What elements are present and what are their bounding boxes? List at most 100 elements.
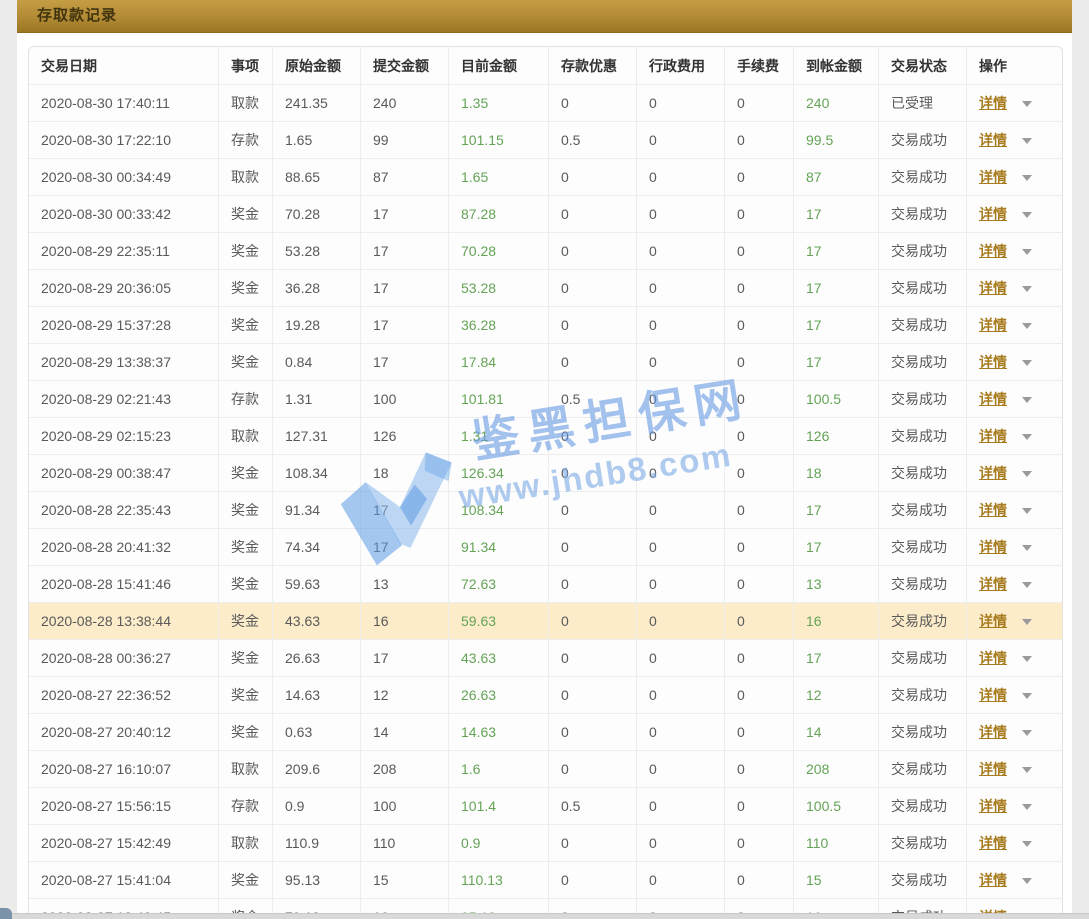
cell-status: 交易成功: [879, 418, 967, 455]
table-row[interactable]: 2020-08-27 16:10:07取款209.62081.6000208交易…: [29, 751, 1063, 788]
caret-down-icon[interactable]: [1022, 360, 1032, 366]
detail-link[interactable]: 详情: [979, 724, 1007, 740]
detail-link[interactable]: 详情: [979, 613, 1007, 629]
table-row[interactable]: 2020-08-29 20:36:05奖金36.281753.2800017交易…: [29, 270, 1063, 307]
caret-down-icon[interactable]: [1022, 101, 1032, 107]
cell-received: 17: [794, 307, 879, 344]
table-row[interactable]: 2020-08-29 00:38:47奖金108.3418126.3400018…: [29, 455, 1063, 492]
detail-link[interactable]: 详情: [979, 280, 1007, 296]
cell-action: 详情: [967, 825, 1063, 862]
cell-current: 87.28: [449, 196, 549, 233]
table-row[interactable]: 2020-08-28 15:41:46奖金59.631372.6300013交易…: [29, 566, 1063, 603]
detail-link[interactable]: 详情: [979, 650, 1007, 666]
cell-date: 2020-08-29 15:37:28: [29, 307, 219, 344]
cell-current: 26.63: [449, 677, 549, 714]
detail-link[interactable]: 详情: [979, 539, 1007, 555]
cell-admin_fee: 0: [637, 85, 725, 122]
cell-date: 2020-08-27 16:10:07: [29, 751, 219, 788]
cell-date: 2020-08-29 20:36:05: [29, 270, 219, 307]
table-row[interactable]: 2020-08-30 17:40:11取款241.352401.35000240…: [29, 85, 1063, 122]
bottom-scroll-strip[interactable]: [0, 913, 1089, 919]
caret-down-icon[interactable]: [1022, 175, 1032, 181]
caret-down-icon[interactable]: [1022, 804, 1032, 810]
cell-original: 53.28: [273, 233, 361, 270]
table-row[interactable]: 2020-08-28 20:41:32奖金74.341791.3400017交易…: [29, 529, 1063, 566]
table-row[interactable]: 2020-08-29 13:38:37奖金0.841717.8400017交易成…: [29, 344, 1063, 381]
detail-link[interactable]: 详情: [979, 761, 1007, 777]
cell-action: 详情: [967, 714, 1063, 751]
table-row[interactable]: 2020-08-29 22:35:11奖金53.281770.2800017交易…: [29, 233, 1063, 270]
caret-down-icon[interactable]: [1022, 397, 1032, 403]
caret-down-icon[interactable]: [1022, 286, 1032, 292]
caret-down-icon[interactable]: [1022, 249, 1032, 255]
table-row[interactable]: 2020-08-27 15:41:04奖金95.1315110.1300015交…: [29, 862, 1063, 899]
table-row[interactable]: 2020-08-29 15:37:28奖金19.281736.2800017交易…: [29, 307, 1063, 344]
detail-link[interactable]: 详情: [979, 835, 1007, 851]
cell-submitted: 17: [361, 233, 449, 270]
cell-received: 17: [794, 233, 879, 270]
detail-link[interactable]: 详情: [979, 428, 1007, 444]
cell-fee: 0: [725, 751, 794, 788]
table-row[interactable]: 2020-08-29 02:21:43存款1.31100101.810.5001…: [29, 381, 1063, 418]
table-row[interactable]: 2020-08-29 02:15:23取款127.311261.31000126…: [29, 418, 1063, 455]
cell-submitted: 15: [361, 862, 449, 899]
cell-date: 2020-08-29 00:38:47: [29, 455, 219, 492]
corner-widget[interactable]: [0, 908, 12, 919]
column-header-received: 到帐金额: [794, 47, 879, 85]
caret-down-icon[interactable]: [1022, 767, 1032, 773]
caret-down-icon[interactable]: [1022, 323, 1032, 329]
cell-bonus: 0: [549, 196, 637, 233]
table-row[interactable]: 2020-08-28 13:38:44奖金43.631659.6300016交易…: [29, 603, 1063, 640]
table-row[interactable]: 2020-08-30 00:33:42奖金70.281787.2800017交易…: [29, 196, 1063, 233]
detail-link[interactable]: 详情: [979, 206, 1007, 222]
caret-down-icon[interactable]: [1022, 434, 1032, 440]
caret-down-icon[interactable]: [1022, 582, 1032, 588]
detail-link[interactable]: 详情: [979, 576, 1007, 592]
detail-link[interactable]: 详情: [979, 687, 1007, 703]
caret-down-icon[interactable]: [1022, 841, 1032, 847]
cell-admin_fee: 0: [637, 529, 725, 566]
table-row[interactable]: 2020-08-28 22:35:43奖金91.3417108.3400017交…: [29, 492, 1063, 529]
cell-fee: 0: [725, 270, 794, 307]
table-row[interactable]: 2020-08-30 00:34:49取款88.65871.6500087交易成…: [29, 159, 1063, 196]
cell-action: 详情: [967, 566, 1063, 603]
caret-down-icon[interactable]: [1022, 878, 1032, 884]
detail-link[interactable]: 详情: [979, 391, 1007, 407]
table-row[interactable]: 2020-08-27 15:56:15存款0.9100101.40.500100…: [29, 788, 1063, 825]
caret-down-icon[interactable]: [1022, 138, 1032, 144]
detail-link[interactable]: 详情: [979, 502, 1007, 518]
cell-received: 17: [794, 344, 879, 381]
caret-down-icon[interactable]: [1022, 693, 1032, 699]
detail-link[interactable]: 详情: [979, 169, 1007, 185]
cell-current: 101.15: [449, 122, 549, 159]
column-header-fee: 手续费: [725, 47, 794, 85]
cell-status: 交易成功: [879, 122, 967, 159]
table-row[interactable]: 2020-08-30 17:22:10存款1.6599101.150.50099…: [29, 122, 1063, 159]
table-row[interactable]: 2020-08-28 00:36:27奖金26.631743.6300017交易…: [29, 640, 1063, 677]
caret-down-icon[interactable]: [1022, 212, 1032, 218]
caret-down-icon[interactable]: [1022, 730, 1032, 736]
detail-link[interactable]: 详情: [979, 354, 1007, 370]
cell-action: 详情: [967, 159, 1063, 196]
table-row[interactable]: 2020-08-27 20:40:12奖金0.631414.6300014交易成…: [29, 714, 1063, 751]
cell-status: 交易成功: [879, 529, 967, 566]
detail-link[interactable]: 详情: [979, 465, 1007, 481]
cell-bonus: 0: [549, 270, 637, 307]
detail-link[interactable]: 详情: [979, 317, 1007, 333]
caret-down-icon[interactable]: [1022, 508, 1032, 514]
detail-link[interactable]: 详情: [979, 243, 1007, 259]
detail-link[interactable]: 详情: [979, 95, 1007, 111]
column-header-bonus: 存款优惠: [549, 47, 637, 85]
caret-down-icon[interactable]: [1022, 619, 1032, 625]
cell-current: 1.35: [449, 85, 549, 122]
table-row[interactable]: 2020-08-27 15:42:49取款110.91100.9000110交易…: [29, 825, 1063, 862]
detail-link[interactable]: 详情: [979, 798, 1007, 814]
caret-down-icon[interactable]: [1022, 545, 1032, 551]
caret-down-icon[interactable]: [1022, 656, 1032, 662]
cell-date: 2020-08-27 15:56:15: [29, 788, 219, 825]
detail-link[interactable]: 详情: [979, 872, 1007, 888]
cell-type: 存款: [219, 381, 273, 418]
caret-down-icon[interactable]: [1022, 471, 1032, 477]
table-row[interactable]: 2020-08-27 22:36:52奖金14.631226.6300012交易…: [29, 677, 1063, 714]
detail-link[interactable]: 详情: [979, 132, 1007, 148]
